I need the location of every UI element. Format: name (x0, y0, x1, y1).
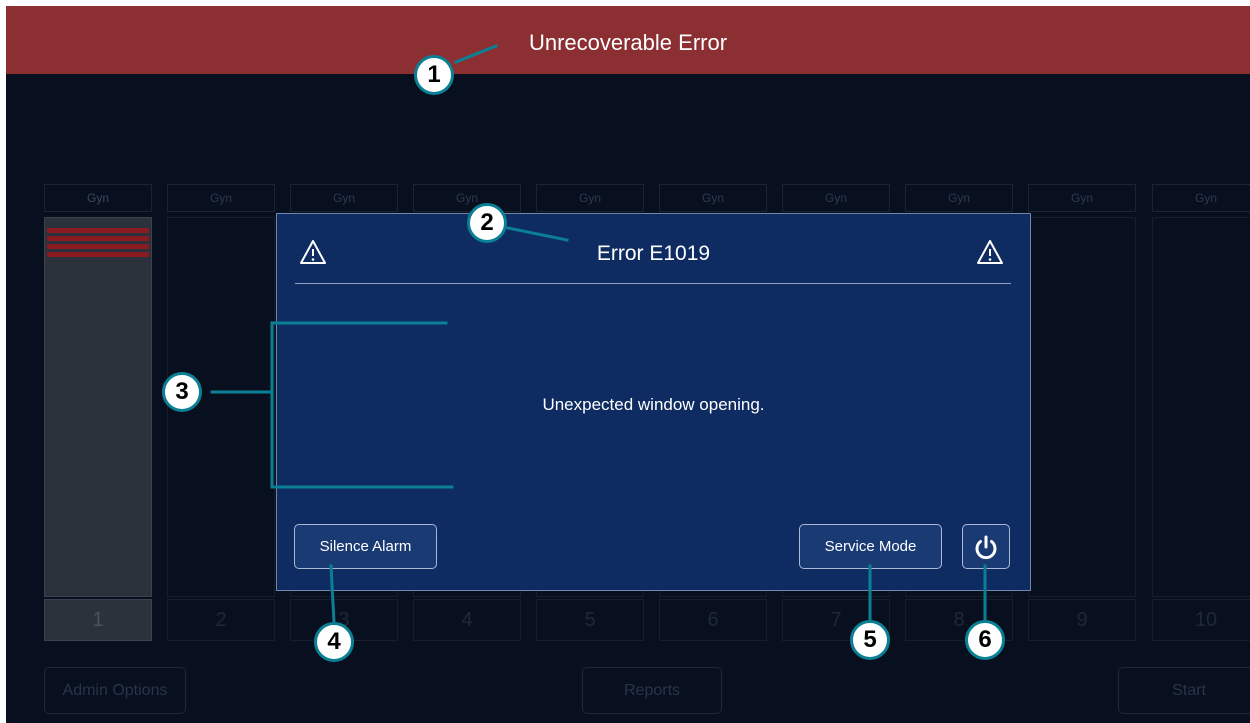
callout-marker: 3 (162, 372, 202, 412)
callout-marker: 4 (314, 622, 354, 662)
callout-lines (210, 44, 987, 624)
callout-marker: 2 (467, 203, 507, 243)
callout-marker: 6 (965, 620, 1005, 660)
callout-marker: 5 (850, 620, 890, 660)
callout-marker: 1 (414, 55, 454, 95)
